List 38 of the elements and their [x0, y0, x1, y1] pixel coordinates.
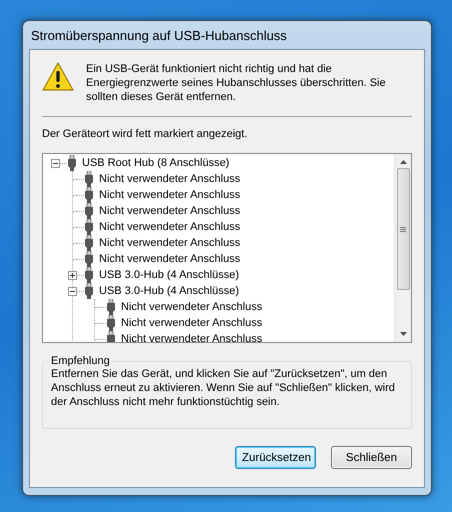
usb-plug-icon [106, 299, 116, 315]
usb-plug-icon [84, 251, 94, 267]
tree-item[interactable]: Nicht verwendeter Anschluss [99, 251, 240, 267]
tree-item[interactable]: Nicht verwendeter Anschluss [99, 187, 240, 203]
dialog-button[interactable]: Schließen [331, 446, 412, 469]
usb-plug-icon [84, 171, 94, 187]
tree-item[interactable]: USB 3.0-Hub (4 Anschlüsse) [99, 283, 240, 299]
tree-item[interactable]: Nicht verwendeter Anschluss [99, 219, 240, 235]
usb-plug-icon [84, 267, 94, 283]
scroll-down-icon[interactable] [400, 332, 406, 336]
tree-item[interactable]: Nicht verwendeter Anschluss [121, 315, 262, 331]
warning-message: Ein USB-Gerät funktioniert nicht richtig und hat die Energiegrenzwerte seines Hubanschlusses überschritten. Sie sollten dieses Gerät entfernen. [86, 62, 387, 104]
plus-icon [69, 272, 76, 278]
tree-item[interactable]: Nicht verwendeter Anschluss [99, 203, 240, 219]
window-title: Stromüberspannung auf USB-Hubanschluss [30, 26, 288, 45]
location-hint: Der Geräteort wird fett markiert angezeigt. [42, 127, 248, 141]
usb-plug-icon [84, 283, 94, 299]
usb-plug-icon [84, 203, 94, 219]
group-title: Empfehlung [50, 355, 111, 367]
dialog-button[interactable]: Zurücksetzen [235, 446, 316, 469]
warning-icon [42, 62, 74, 92]
usb-plug-icon [84, 235, 94, 251]
tree-item[interactable]: USB Root Hub (8 Anschlüsse) [82, 155, 230, 171]
tree-item[interactable]: USB 3.0-Hub (4 Anschlüsse) [99, 267, 240, 283]
tree-item[interactable]: Nicht verwendeter Anschluss [99, 235, 240, 251]
scrollbar[interactable] [394, 154, 411, 342]
tree-item[interactable]: Nicht verwendeter Anschluss [99, 171, 240, 187]
collapse-toggle[interactable] [68, 286, 77, 296]
collapse-toggle[interactable] [51, 158, 60, 168]
tree-item[interactable]: Nicht verwendeter Anschluss [121, 299, 262, 315]
scroll-thumb[interactable] [396, 168, 410, 290]
usb-plug-icon [67, 155, 77, 171]
usb-plug-icon [84, 219, 94, 235]
tree-item[interactable]: Nicht verwendeter Anschluss [121, 331, 262, 342]
expand-toggle[interactable] [68, 270, 77, 280]
recommendation-text: Entfernen Sie das Gerät, und klicken Sie auf "Zurücksetzen", um den Anschluss erneut zu aktivieren. Wenn Sie auf "Schließen" klicken, wird der Anschluss nicht mehr funktionstüchtig sein. [51, 367, 396, 409]
usb-plug-icon [84, 187, 94, 203]
scroll-up-icon[interactable] [400, 160, 406, 164]
